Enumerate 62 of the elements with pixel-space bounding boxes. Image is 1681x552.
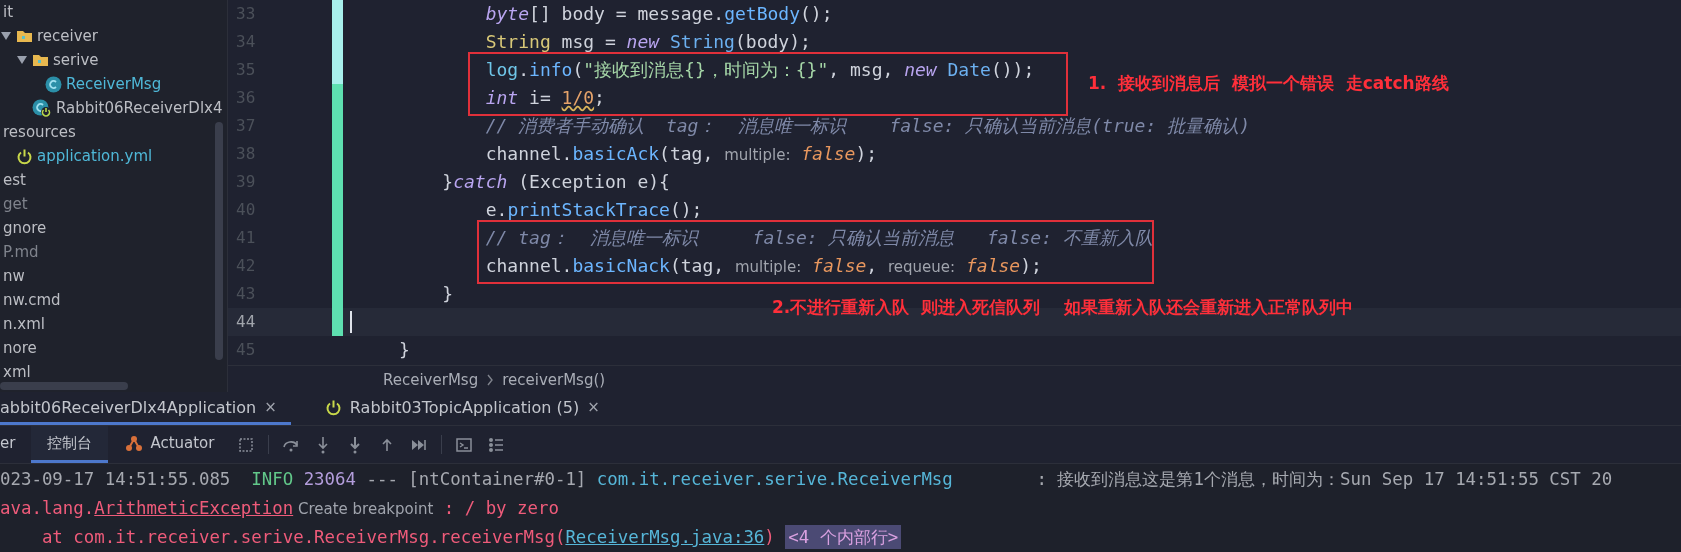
class-power-icon — [32, 98, 52, 118]
code-line: }catch (Exception e){ — [441, 170, 670, 194]
tree-item[interactable]: Rabbit06ReceiverDlx4 — [56, 99, 223, 117]
code-line: e.printStackTrace(); — [484, 198, 703, 222]
power-icon — [16, 147, 33, 165]
code-line: String msg = new String(body); — [484, 30, 811, 54]
tree-item[interactable]: est — [3, 171, 26, 189]
list-icon[interactable] — [487, 435, 506, 454]
folded-lines-badge[interactable]: <4 个内部行> — [785, 525, 902, 549]
code-line: int i= 1/0; — [484, 86, 605, 110]
tree-item[interactable]: get — [3, 195, 28, 213]
code-line: } — [441, 282, 454, 306]
code-line: // 消费者手动确认 tag： 消息唯一标识 false: 只确认当前消息(true: 批量确认) — [484, 114, 1250, 138]
tree-item[interactable]: gnore — [3, 219, 47, 237]
tree-item[interactable]: resources — [3, 123, 76, 141]
tree-item[interactable]: serive — [53, 51, 99, 69]
code-line: } — [399, 338, 410, 362]
chevron-icon — [486, 373, 495, 386]
tree-item[interactable]: nw — [3, 267, 25, 285]
layout-icon[interactable] — [237, 435, 256, 454]
expanded-arrow-icon[interactable] — [0, 31, 12, 41]
folder-icon — [32, 53, 49, 67]
scrollbar[interactable] — [0, 382, 128, 390]
tree-item[interactable]: it — [3, 3, 14, 21]
tree-item[interactable]: receiver — [37, 27, 98, 45]
close-button[interactable]: × — [587, 398, 600, 416]
expanded-arrow-icon[interactable] — [16, 55, 28, 65]
annotation-text: 1. 接收到消息后 模拟一个错误 走catch路线 — [1088, 72, 1449, 95]
code-line: // tag： 消息唯一标识 false: 只确认当前消息 false: 不重新入队 — [484, 226, 1153, 250]
breadcrumb-item[interactable]: receiverMsg() — [502, 370, 606, 389]
line-number: 44 — [228, 308, 350, 336]
tool-tab[interactable]: 控制台 — [31, 426, 109, 463]
console-line: 023-09-17 14:51:55.085 INFO 23064 --- [ntContainer#0-1] com.it.receiver.serive.ReceiverMsg : 接收到消息这是第1个消息，时间为：Sun Sep 17 14:51:55 CST 20 — [0, 468, 1614, 491]
run-tab[interactable]: Rabbit03TopicApplication (5) × — [324, 392, 614, 425]
class-icon — [45, 75, 62, 93]
tool-tab[interactable]: Actuator — [108, 426, 231, 463]
folder-icon — [16, 29, 33, 43]
code-line: byte[] body = message.getBody(); — [484, 2, 833, 26]
exception-link[interactable]: ArithmeticException — [94, 498, 294, 518]
text-caret — [350, 311, 352, 333]
code-line: channel.basicNack(tag, multiple: false, requeue: false); — [484, 254, 1042, 278]
close-button[interactable]: × — [264, 398, 277, 416]
tree-item[interactable]: P.md — [3, 243, 39, 261]
power-icon — [324, 398, 342, 416]
tree-item[interactable]: xml — [3, 363, 31, 381]
source-link[interactable]: ReceiverMsg.java:36 — [565, 527, 765, 547]
annotation-text: 2.不进行重新入队 则进入死信队列 如果重新入队还会重新进入正常队列中 — [772, 296, 1353, 319]
tool-tab[interactable]: er — [0, 426, 32, 463]
code-line: log.info("接收到消息{}，时间为：{}", msg, new Date()); — [484, 58, 1035, 82]
tree-item[interactable]: ReceiverMsg — [66, 75, 162, 93]
breadcrumb-item[interactable]: ReceiverMsg — [383, 370, 479, 389]
tree-item[interactable]: nore — [3, 339, 37, 357]
terminal-icon[interactable] — [455, 435, 474, 454]
code-line: channel.basicAck(tag, multiple: false); — [484, 142, 878, 166]
console-line: ava.lang.ArithmeticException Create breakpoint : / by zero — [0, 497, 560, 520]
actuator-icon — [124, 433, 145, 453]
tree-item[interactable]: nw.cmd — [3, 291, 61, 309]
tree-item[interactable]: n.xml — [3, 315, 45, 333]
create-breakpoint-link[interactable]: Create breakpoint — [293, 500, 434, 518]
scrollbar[interactable] — [215, 122, 223, 360]
console-line: at com.it.receiver.serive.ReceiverMsg.receiverMsg(ReceiverMsg.java:36) <4 个内部行> — [0, 523, 1681, 552]
tree-item[interactable]: application.yml — [37, 147, 153, 165]
